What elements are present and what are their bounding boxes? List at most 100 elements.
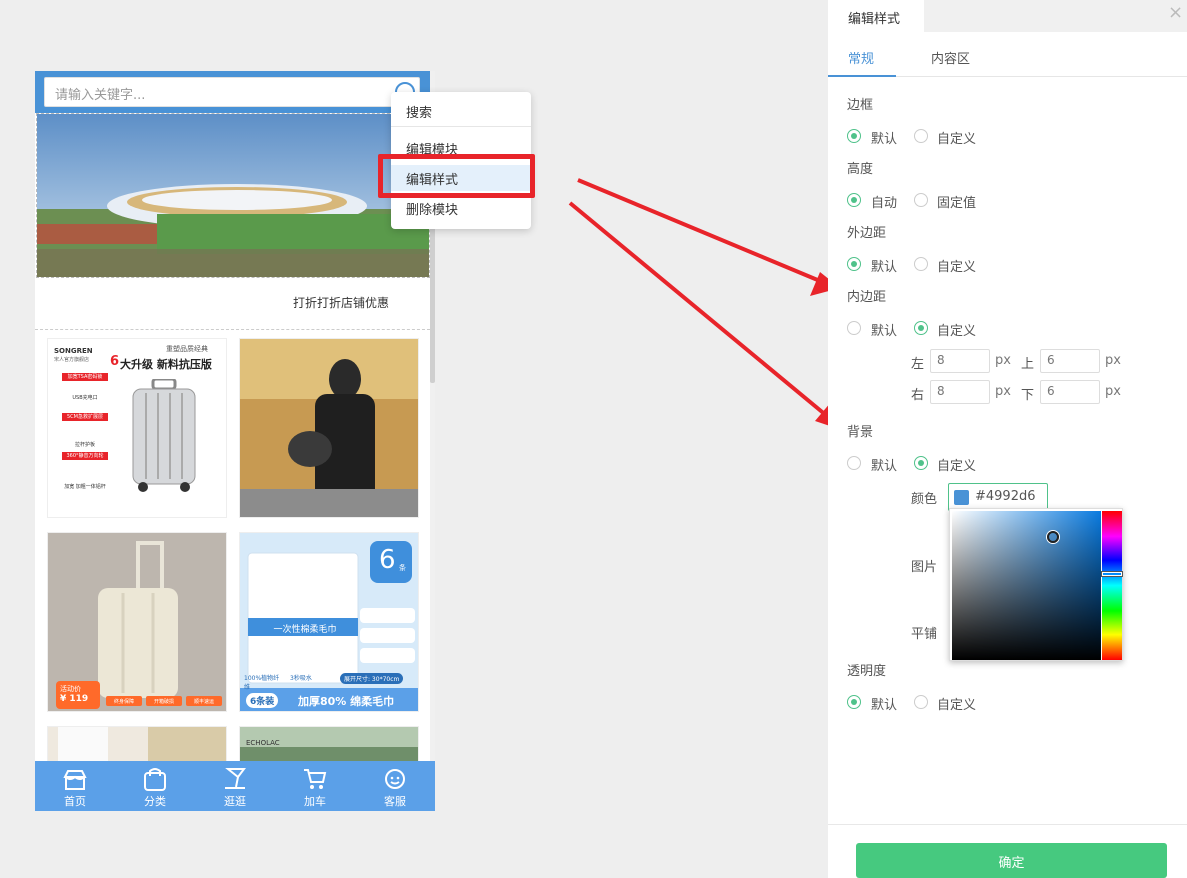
margin-default-radio[interactable] [847, 257, 861, 271]
bg-tile-label: 平铺 [911, 627, 938, 642]
suitcase-illustration [132, 379, 196, 492]
close-icon[interactable]: × [1168, 4, 1183, 22]
lamp-icon [225, 768, 246, 789]
tab-label: 客服 [384, 795, 406, 808]
service-icon [385, 769, 405, 789]
color-picker [949, 508, 1123, 661]
search-input[interactable]: 请输入关键字... [44, 77, 420, 107]
padding-bottom-label: 下 [1021, 388, 1035, 403]
price: ¥ 119 [60, 694, 89, 704]
padding-bottom-unit: px [1105, 384, 1121, 399]
product-brand-sub: 宋人官方旗舰店 [54, 357, 90, 363]
margin-label: 外边距 [847, 226, 887, 241]
search-module[interactable]: 请输入关键字... [35, 71, 435, 113]
panel-tab-edit-style[interactable]: 编辑样式 [828, 0, 924, 32]
product-card-luggage[interactable]: 活动价 ¥ 119 终身保障 开箱破损 顺丰速运 [47, 532, 227, 712]
height-auto-label: 自动 [871, 196, 898, 211]
panel-footer-divider [828, 824, 1187, 825]
padding-label: 内边距 [847, 290, 887, 305]
feature-chip: 加宽TSA密码锁 [62, 373, 108, 381]
border-custom-radio[interactable] [914, 129, 928, 143]
tab-category[interactable]: 分类 [115, 761, 195, 811]
border-default-radio[interactable] [847, 129, 861, 143]
subtab-general[interactable]: 常规 [848, 48, 874, 67]
opacity-default-radio[interactable] [847, 695, 861, 709]
service-chip: 开箱破损 [146, 696, 182, 706]
service-chip: 终身保障 [106, 696, 142, 706]
margin-custom-label: 自定义 [937, 260, 977, 275]
padding-default-label: 默认 [871, 324, 898, 339]
opacity-custom-radio[interactable] [914, 695, 928, 709]
product-card-towel[interactable]: 6 条 一次性棉柔毛巾 100%植物纤维 3秒吸水 展开尺寸: 30*70cm … [239, 532, 419, 712]
bag-icon [144, 768, 166, 791]
padding-default-radio[interactable] [847, 321, 861, 335]
feature-chip: 360°静音万向轮 [62, 452, 108, 460]
bg-image-label: 图片 [911, 560, 938, 575]
product-brand: ECHOLAC [246, 739, 280, 747]
padding-right-input[interactable]: 8 [930, 380, 990, 404]
height-label: 高度 [847, 162, 874, 177]
padding-left-unit: px [995, 353, 1011, 368]
product-headline: 大升级 新料抗压版 [120, 358, 212, 371]
phone-preview: 请输入关键字... 打折打折店铺优惠 SONGREN 宋人官方旗舰店 重塑品质经… [35, 71, 435, 811]
padding-custom-radio[interactable] [914, 321, 928, 335]
padding-top-unit: px [1105, 353, 1121, 368]
padding-bottom-input[interactable]: 6 [1040, 380, 1100, 404]
menu-item-search[interactable]: 搜索 [391, 98, 531, 124]
style-editor-panel: 编辑样式 × 常规 内容区 边框 默认 自定义 高度 自动 固定值 外边距 默认… [828, 0, 1187, 878]
menu-item-delete-module[interactable]: 删除模块 [391, 195, 531, 221]
padding-left-input[interactable]: 8 [930, 349, 990, 373]
stadium-illustration [37, 114, 429, 277]
border-default-label: 默认 [871, 132, 898, 147]
opacity-label: 透明度 [847, 664, 887, 679]
padding-top-input[interactable]: 6 [1040, 349, 1100, 373]
feature-chip: 拉杆护板 [74, 442, 95, 448]
padding-right-label: 右 [911, 388, 925, 403]
tab-browse[interactable]: 逛逛 [195, 761, 275, 811]
package-title: 一次性棉柔毛巾 [273, 625, 337, 635]
arrow-line [568, 201, 829, 418]
bottom-text: 加厚80% 绵柔毛巾 [298, 695, 395, 708]
tab-label: 逛逛 [224, 795, 246, 808]
product-card-photo[interactable] [239, 338, 419, 518]
bottom-tag: 6条装 [246, 693, 279, 708]
margin-custom-radio[interactable] [914, 257, 928, 271]
badge-num: 6 [379, 545, 396, 575]
tab-service[interactable]: 客服 [355, 761, 435, 811]
padding-right-unit: px [995, 384, 1011, 399]
tab-label: 分类 [144, 795, 166, 808]
tab-cart[interactable]: 加车 [275, 761, 355, 811]
background-default-label: 默认 [871, 459, 898, 474]
background-custom-radio[interactable] [914, 456, 928, 470]
padding-custom-label: 自定义 [937, 324, 977, 339]
opacity-default-label: 默认 [871, 698, 898, 713]
height-auto-radio[interactable] [847, 193, 861, 207]
menu-divider [391, 126, 531, 127]
bottom-tabbar: 首页 分类 逛逛 加车 客服 [35, 761, 435, 811]
product-brand: SONGREN [54, 347, 93, 355]
tab-label: 加车 [304, 795, 326, 808]
subtab-content[interactable]: 内容区 [931, 48, 970, 67]
border-label: 边框 [847, 98, 874, 113]
notice-module[interactable]: 打折打折店铺优惠 [35, 278, 430, 330]
product-tag: 重塑品质经典 [166, 345, 208, 353]
person-photo [240, 339, 418, 517]
padding-top-label: 上 [1021, 357, 1035, 372]
confirm-button[interactable]: 确定 [856, 843, 1167, 878]
background-default-radio[interactable] [847, 456, 861, 470]
background-custom-label: 自定义 [937, 459, 977, 474]
feature-chip: USB充电口 [72, 395, 98, 401]
color-picker-cursor[interactable] [1047, 531, 1059, 543]
subtab-active-indicator [828, 75, 896, 77]
hue-slider-handle[interactable] [1102, 572, 1122, 576]
highlight-box [378, 154, 535, 198]
banner-image[interactable] [36, 113, 430, 278]
color-saturation-area[interactable] [952, 511, 1101, 660]
product-card-suitcase-ad[interactable]: SONGREN 宋人官方旗舰店 重塑品质经典 6 大升级 新料抗压版 加宽TSA… [47, 338, 227, 518]
background-label: 背景 [847, 425, 874, 440]
height-fixed-radio[interactable] [914, 193, 928, 207]
bg-color-swatch[interactable] [954, 490, 969, 505]
hue-slider[interactable] [1102, 511, 1122, 660]
tab-home[interactable]: 首页 [35, 761, 115, 811]
notice-text: 打折打折店铺优惠 [293, 296, 390, 310]
